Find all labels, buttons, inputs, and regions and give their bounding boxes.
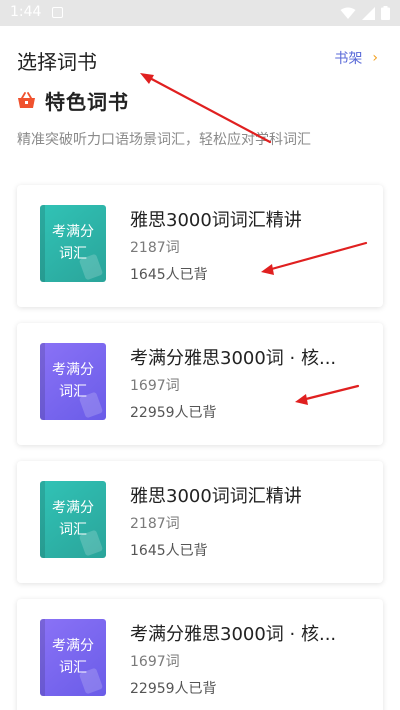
cover-line1: 考满分 (52, 638, 94, 654)
book-card[interactable]: 考满分 词汇 考满分雅思3000词 · 核... 1697词 22959人已背 (17, 599, 383, 710)
wifi-icon (340, 7, 356, 19)
book-cover: 考满分 词汇 (40, 481, 106, 558)
status-time: 1:44 (10, 4, 42, 20)
header: 选择词书 书架 › (0, 26, 400, 86)
book-list: 考满分 词汇 雅思3000词词汇精讲 2187词 1645人已背 考满分 词汇 … (17, 185, 383, 710)
book-name: 考满分雅思3000词 · 核... (130, 624, 337, 645)
book-cover: 考满分 词汇 (40, 619, 106, 696)
book-word-count: 1697词 (130, 378, 180, 394)
book-name: 雅思3000词词汇精讲 (130, 486, 302, 507)
book-learner-count: 22959人已背 (130, 405, 217, 421)
book-word-count: 2187词 (130, 240, 180, 256)
featured-title-row: 特色词书 (17, 86, 387, 115)
book-name: 考满分雅思3000词 · 核... (130, 348, 337, 369)
cover-line1: 考满分 (52, 362, 94, 378)
book-card[interactable]: 考满分 词汇 考满分雅思3000词 · 核... 1697词 22959人已背 (17, 323, 383, 445)
cover-line1: 考满分 (52, 224, 94, 240)
featured-title: 特色词书 (45, 90, 129, 114)
book-cover: 考满分 词汇 (40, 343, 106, 420)
status-icons (340, 6, 390, 20)
book-spine (40, 205, 45, 282)
featured-description: 精准突破听力口语场景词汇，轻松应对学科词汇 (17, 132, 311, 148)
book-spine (40, 343, 45, 420)
battery-icon (381, 6, 390, 20)
book-cover: 考满分 词汇 (40, 205, 106, 282)
book-learner-count: 1645人已背 (130, 543, 208, 559)
basket-icon (18, 92, 35, 108)
book-learner-count: 22959人已背 (130, 681, 217, 697)
page-title: 选择词书 (17, 50, 97, 74)
book-spine (40, 619, 45, 696)
status-bar: 1:44 (0, 0, 400, 26)
featured-section: 特色词书 精准突破听力口语场景词汇，轻松应对学科词汇 (17, 86, 387, 149)
book-card[interactable]: 考满分 词汇 雅思3000词词汇精讲 2187词 1645人已背 (17, 185, 383, 307)
book-spine (40, 481, 45, 558)
bookshelf-link[interactable]: 书架 › (334, 48, 378, 68)
bookshelf-label: 书架 (334, 51, 363, 67)
book-card[interactable]: 考满分 词汇 雅思3000词词汇精讲 2187词 1645人已背 (17, 461, 383, 583)
book-name: 雅思3000词词汇精讲 (130, 210, 302, 231)
cell-signal-icon (362, 6, 375, 20)
book-learner-count: 1645人已背 (130, 267, 208, 283)
cover-line1: 考满分 (52, 500, 94, 516)
notification-icon (52, 7, 63, 18)
chevron-right-icon: › (372, 50, 378, 66)
book-word-count: 1697词 (130, 654, 180, 670)
book-word-count: 2187词 (130, 516, 180, 532)
